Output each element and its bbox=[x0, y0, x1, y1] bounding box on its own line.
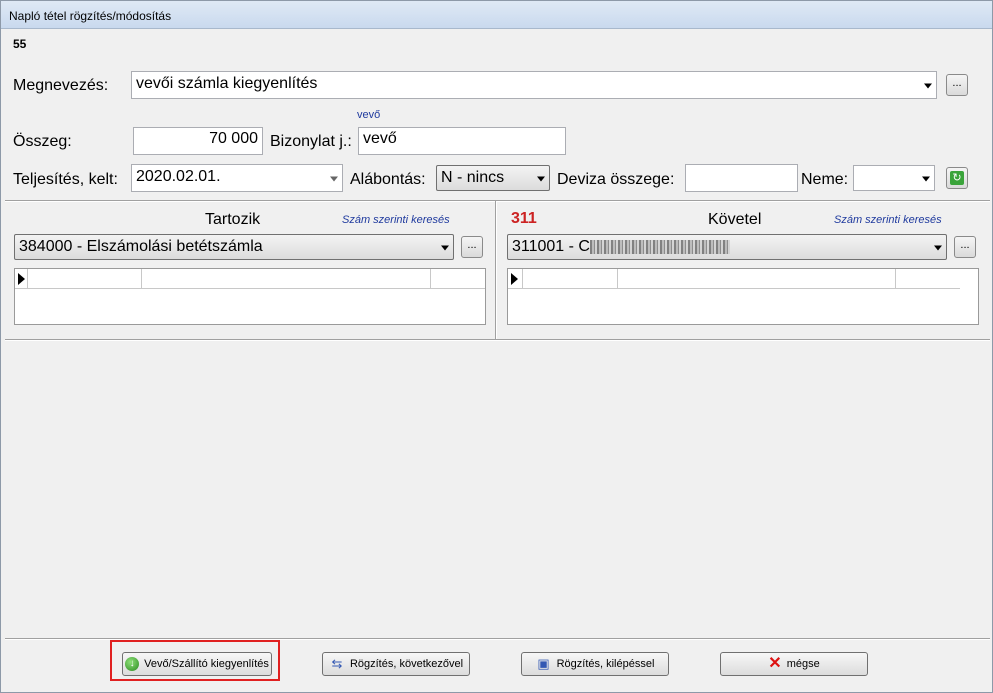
kovetel-account-select[interactable]: 311001 - C bbox=[507, 234, 947, 260]
alabontas-value: N - nincs bbox=[441, 169, 505, 186]
divider-middle-light bbox=[496, 201, 497, 339]
row-indicator-cell bbox=[15, 269, 28, 288]
divider-top-light bbox=[5, 201, 990, 202]
megnevezes-combo[interactable]: vevői számla kiegyenlítés bbox=[131, 71, 937, 99]
teljesites-date-picker[interactable]: 2020.02.01. bbox=[131, 164, 343, 192]
teljesites-value: 2020.02.01. bbox=[136, 168, 221, 185]
megnevezes-value: vevői számla kiegyenlítés bbox=[136, 75, 318, 92]
chevron-down-icon bbox=[537, 176, 545, 182]
record-number: 55 bbox=[13, 37, 27, 51]
chevron-down-icon bbox=[441, 245, 449, 251]
vevo-hint: vevő bbox=[357, 109, 381, 121]
kovetel-heading: Követel bbox=[708, 211, 762, 228]
megnevezes-more-button[interactable]: ... bbox=[946, 74, 968, 96]
rogzites-kilepessel-button[interactable]: ▣ Rögzítés, kilépéssel bbox=[521, 652, 669, 676]
bizonylat-input[interactable]: vevő bbox=[358, 127, 566, 155]
refresh-icon: ↻ bbox=[950, 171, 964, 185]
deviza-label: Deviza összege: bbox=[557, 171, 675, 188]
calendar-dropdown-icon bbox=[330, 176, 338, 182]
alabontas-label: Alábontás: bbox=[350, 171, 426, 188]
teljesites-label: Teljesítés, kelt: bbox=[13, 171, 118, 188]
chevron-down-icon bbox=[922, 176, 930, 182]
alabontas-select[interactable]: N - nincs bbox=[436, 165, 550, 191]
neme-select[interactable] bbox=[853, 165, 935, 191]
tartozik-account-select[interactable]: 384000 - Elszámolási betétszámla bbox=[14, 234, 454, 260]
deviza-input[interactable] bbox=[685, 164, 798, 192]
divider-bottom-light bbox=[5, 340, 990, 341]
kovetel-search-link[interactable]: Szám szerinti keresés bbox=[834, 214, 942, 226]
kovetel-more-button[interactable]: ... bbox=[954, 236, 976, 258]
kovetel-grid[interactable] bbox=[507, 268, 979, 325]
title-bar: Napló tétel rögzítés/módosítás bbox=[1, 1, 992, 29]
osszeg-input[interactable]: 70 000 bbox=[133, 127, 263, 155]
bizonylat-label: Bizonylat j.: bbox=[270, 133, 352, 150]
kovetel-account-value: 311001 - C bbox=[512, 238, 590, 255]
tartozik-more-button[interactable]: ... bbox=[461, 236, 483, 258]
tartozik-grid[interactable] bbox=[14, 268, 486, 325]
row-indicator-cell bbox=[508, 269, 523, 288]
save-next-icon: ⇆ bbox=[331, 656, 343, 671]
tartozik-account-value: 384000 - Elszámolási betétszámla bbox=[19, 238, 263, 255]
window-title: Napló tétel rögzítés/módosítás bbox=[9, 9, 172, 23]
megnevezes-label: Megnevezés: bbox=[13, 77, 109, 94]
tartozik-heading: Tartozik bbox=[205, 211, 261, 228]
kovetel-code: 311 bbox=[511, 210, 537, 227]
refresh-button[interactable]: ↻ bbox=[946, 167, 968, 189]
rogzites-kovetkezovel-label: Rögzítés, következővel bbox=[349, 658, 464, 670]
rogzites-kovetkezovel-button[interactable]: ⇆ Rögzítés, következővel bbox=[322, 652, 470, 676]
grid-cell[interactable] bbox=[28, 269, 142, 288]
megse-button[interactable]: ✕ mégse bbox=[720, 652, 868, 676]
grid-cell[interactable] bbox=[618, 269, 896, 288]
osszeg-label: Összeg: bbox=[13, 133, 72, 150]
tartozik-search-link[interactable]: Szám szerinti keresés bbox=[342, 214, 450, 226]
vevo-szallito-kiegyenlites-button[interactable]: ↓ Vevő/Szállító kiegyenlítés bbox=[122, 652, 272, 676]
chevron-down-icon bbox=[924, 83, 932, 89]
megse-label: mégse bbox=[786, 658, 820, 670]
rogzites-kilepessel-label: Rögzítés, kilépéssel bbox=[556, 658, 655, 670]
grid-cell[interactable] bbox=[142, 269, 431, 288]
redacted-text bbox=[589, 239, 730, 254]
floppy-disk-icon: ▣ bbox=[537, 656, 550, 671]
table-row[interactable] bbox=[15, 269, 485, 289]
dialog-window: Napló tétel rögzítés/módosítás 55 Megnev… bbox=[0, 0, 993, 693]
table-row[interactable] bbox=[508, 269, 960, 289]
chevron-down-icon bbox=[934, 245, 942, 251]
red-x-icon: ✕ bbox=[768, 655, 782, 672]
vevo-szallito-label: Vevő/Szállító kiegyenlítés bbox=[144, 658, 269, 670]
green-down-arrow-icon: ↓ bbox=[125, 657, 140, 671]
neme-label: Neme: bbox=[801, 171, 849, 188]
grid-cell[interactable] bbox=[523, 269, 618, 288]
